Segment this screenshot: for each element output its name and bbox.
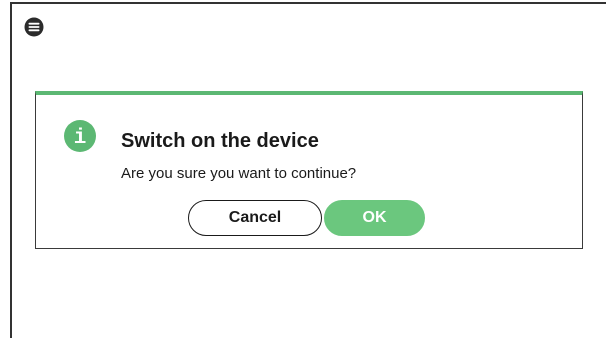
dialog-title: Switch on the device (121, 130, 319, 152)
info-icon: i (64, 120, 96, 152)
ok-button[interactable]: OK (324, 200, 425, 236)
hamburger-menu-icon[interactable] (24, 17, 44, 37)
info-icon-glyph: i (74, 127, 87, 150)
frame-left-border (10, 2, 12, 338)
confirm-dialog: i Switch on the device Are you sure you … (35, 91, 583, 249)
cancel-button[interactable]: Cancel (188, 200, 322, 236)
app-screen: i Switch on the device Are you sure you … (0, 0, 606, 338)
frame-top-border (10, 2, 606, 4)
dialog-message: Are you sure you want to continue? (121, 165, 357, 182)
